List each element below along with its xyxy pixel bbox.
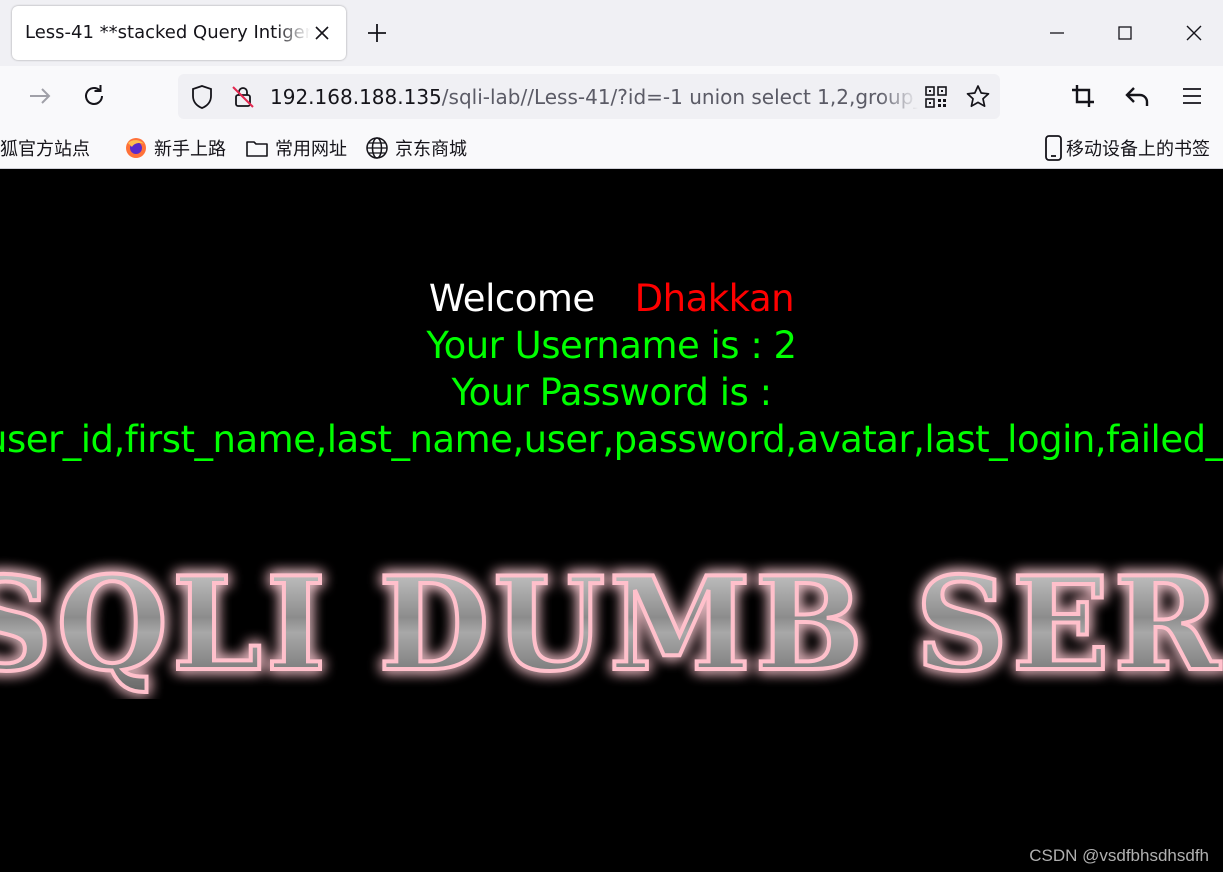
- forward-icon[interactable]: [25, 81, 55, 111]
- close-window-icon[interactable]: [1179, 18, 1209, 48]
- firefox-logo-icon: [126, 138, 146, 158]
- url-host: 192.168.188.135: [270, 85, 442, 109]
- reload-icon[interactable]: [79, 81, 109, 111]
- qr-code-icon[interactable]: [921, 82, 951, 112]
- leaked-columns: user_id,first_name,last_name,user,passwo…: [0, 418, 1223, 461]
- close-tab-icon[interactable]: [310, 21, 334, 45]
- csdn-watermark: CSDN @vsdfbhsdhsdfh: [1029, 846, 1209, 865]
- nav-toolbar: 192.168.188.135/sqli-lab//Less-41/?id=-1…: [0, 66, 1223, 126]
- bookmarks-toolbar: 火狐官方站点 新手上路 常用网址 京东商城 移动设备上的书签: [0, 126, 1223, 169]
- bookmark-label: 京东商城: [395, 139, 467, 160]
- bookmark-item[interactable]: 火狐官方站点: [0, 135, 90, 161]
- address-bar[interactable]: 192.168.188.135/sqli-lab//Less-41/?id=-1…: [178, 74, 1000, 119]
- minimize-icon[interactable]: [1042, 18, 1072, 48]
- screenshot-crop-icon[interactable]: [1068, 81, 1098, 111]
- url-path: /sqli-lab//Less-41/?id=-1 union select 1…: [441, 85, 918, 109]
- folder-icon: [246, 141, 268, 157]
- password-result: Your Password is :: [451, 371, 772, 414]
- username-result: Your Username is : 2: [426, 324, 797, 367]
- new-tab-icon[interactable]: [362, 18, 392, 48]
- globe-icon: [366, 137, 388, 159]
- bookmark-item[interactable]: 新手上路: [124, 135, 226, 161]
- menu-icon[interactable]: [1177, 81, 1207, 111]
- bookmark-label: 新手上路: [154, 139, 226, 160]
- mobile-device-icon: [1045, 135, 1062, 161]
- active-tab[interactable]: Less-41 **stacked Query Intiger type**: [12, 6, 346, 60]
- welcome-text: Welcome: [428, 277, 595, 320]
- bookmark-item[interactable]: 京东商城: [365, 135, 467, 161]
- maximize-icon[interactable]: [1110, 18, 1140, 48]
- banner-text: SQLI DUMB SERIES: [0, 550, 1223, 699]
- url-text[interactable]: 192.168.188.135/sqli-lab//Less-41/?id=-1…: [270, 85, 918, 109]
- sqli-dumb-series-banner: SQLI DUMB SERIES: [0, 548, 1223, 699]
- bookmark-item[interactable]: 常用网址: [245, 135, 347, 161]
- mobile-bookmarks-label: 移动设备上的书签: [1066, 139, 1210, 160]
- undo-arrow-icon[interactable]: [1123, 81, 1153, 111]
- welcome-line: Welcome Dhakkan: [0, 277, 1223, 320]
- mobile-bookmarks[interactable]: 移动设备上的书签: [1044, 135, 1210, 161]
- tab-strip: Less-41 **stacked Query Intiger type**: [0, 0, 1223, 66]
- bookmark-label: 常用网址: [275, 139, 347, 160]
- tab-title: Less-41 **stacked Query Intiger type**: [25, 22, 310, 43]
- bookmark-label: 火狐官方站点: [0, 139, 90, 160]
- user-name: Dhakkan: [634, 277, 795, 320]
- bookmark-star-icon[interactable]: [963, 82, 993, 112]
- page-content: Welcome Dhakkan Your Username is : 2 Your…: [0, 169, 1223, 872]
- insecure-lock-icon[interactable]: [228, 82, 258, 112]
- shield-icon[interactable]: [187, 82, 217, 112]
